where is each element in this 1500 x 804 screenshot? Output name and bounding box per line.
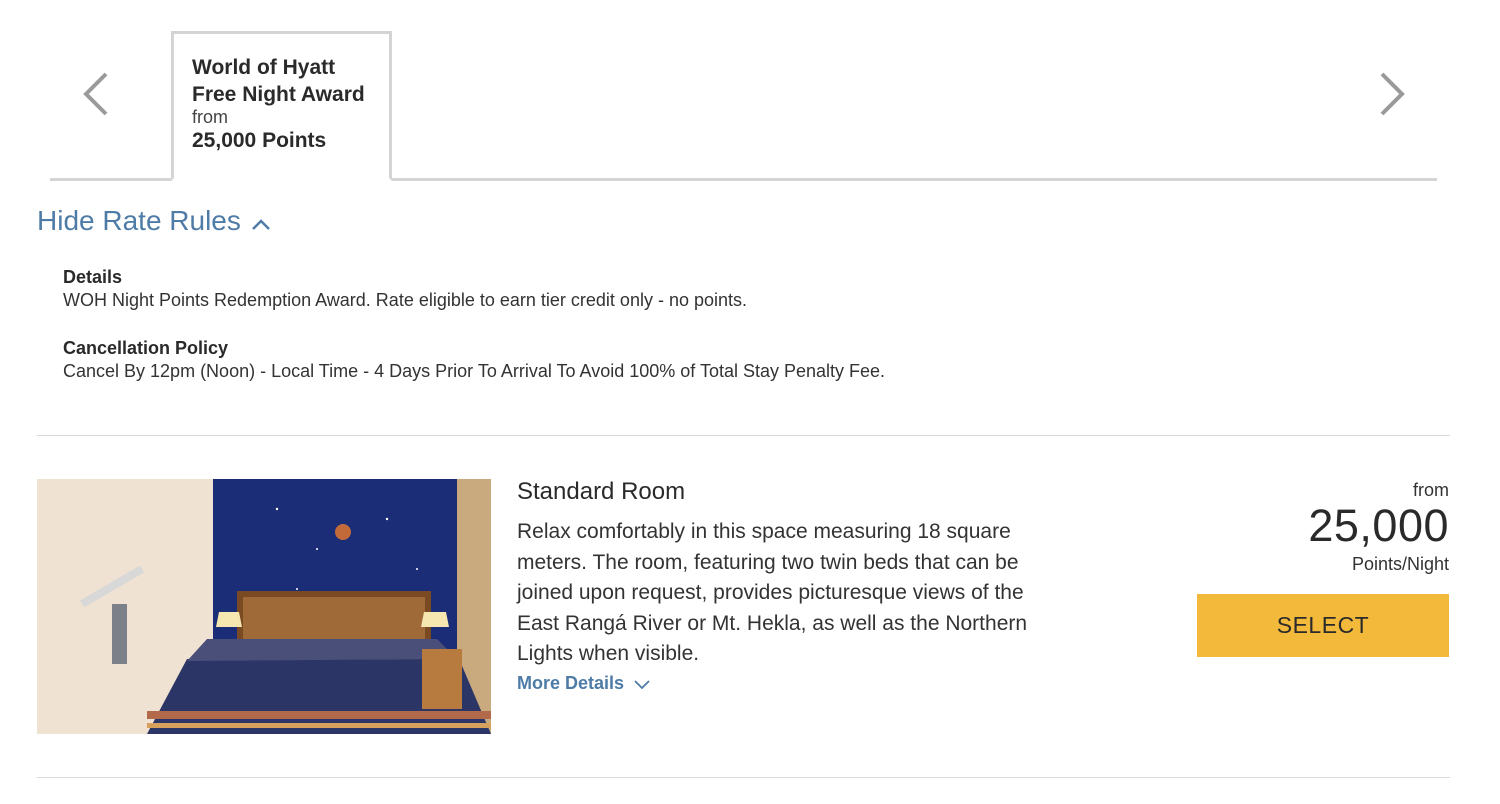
details-text: WOH Night Points Redemption Award. Rate … xyxy=(63,290,747,310)
chevron-right-icon xyxy=(1380,72,1405,116)
select-room-button[interactable]: SELECT xyxy=(1197,594,1449,657)
more-details-label: More Details xyxy=(517,673,625,693)
hide-rate-rules-toggle[interactable]: Hide Rate Rules xyxy=(37,205,271,237)
price-unit: Points/Night xyxy=(1351,554,1449,574)
price-amount: 25,000 xyxy=(1308,500,1449,551)
next-rate-button[interactable] xyxy=(1370,64,1410,124)
chevron-up-icon xyxy=(251,219,270,230)
details-label: Details xyxy=(63,267,123,287)
rate-tab-title: World of Hyatt Free Night Award xyxy=(192,56,365,106)
price-from-label: from xyxy=(1413,480,1449,500)
chevron-left-icon xyxy=(83,72,108,116)
rate-tab-from-label: from xyxy=(192,107,228,127)
hide-rate-rules-label: Hide Rate Rules xyxy=(37,205,241,236)
room-title: Standard Room xyxy=(517,478,686,505)
room-description: Relax comfortably in this space measurin… xyxy=(517,520,1028,665)
rate-tab-points: 25,000 Points xyxy=(192,129,327,152)
rate-tab-woh-free-night[interactable]: World of Hyatt Free Night Award from 25,… xyxy=(171,31,392,181)
chevron-down-icon xyxy=(634,679,650,689)
cancellation-policy-label: Cancellation Policy xyxy=(63,338,229,358)
room-photo-illustration xyxy=(37,479,491,734)
bottom-divider xyxy=(37,777,1450,778)
cancellation-policy-text: Cancel By 12pm (Noon) - Local Time - 4 D… xyxy=(63,361,886,381)
section-divider xyxy=(37,435,1450,436)
room-photo[interactable] xyxy=(37,479,491,734)
previous-rate-button[interactable] xyxy=(78,64,118,124)
more-details-toggle[interactable]: More Details xyxy=(517,673,651,694)
